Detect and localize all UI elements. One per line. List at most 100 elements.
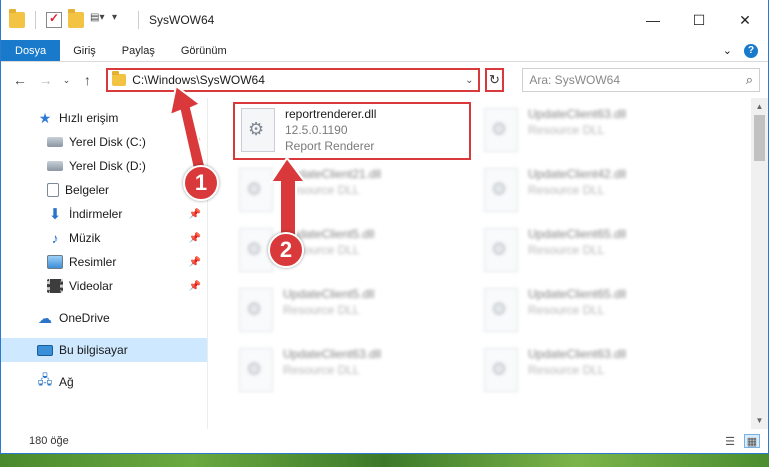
sidebar-item-videos[interactable]: Videolar 📌 <box>1 274 207 298</box>
scrollbar-thumb[interactable] <box>754 115 765 161</box>
navigation-pane: ★ Hızlı erişim Yerel Disk (C:) 📌 Yerel D… <box>1 98 208 429</box>
search-input[interactable]: Ara: SysWOW64 ⌕ <box>522 68 760 92</box>
file-name: UpdateClient65.dll <box>528 227 627 241</box>
divider <box>35 11 36 29</box>
file-description: Report Renderer <box>285 139 375 153</box>
scroll-up-icon[interactable]: ▲ <box>751 98 768 115</box>
sidebar-item-pictures[interactable]: Resimler 📌 <box>1 250 207 274</box>
file-item[interactable]: UpdateClient63.dll Resource DLL <box>233 344 465 398</box>
ribbon-tabs: Dosya Giriş Paylaş Görünüm ⌄ ? <box>1 40 768 62</box>
file-description: Resource DLL <box>283 183 360 197</box>
cloud-icon: ☁ <box>38 309 52 326</box>
sidebar-item-onedrive[interactable]: ☁ OneDrive <box>1 306 207 330</box>
file-item[interactable]: UpdateClient42.dll Resource DLL <box>478 164 710 218</box>
star-icon: ★ <box>38 109 52 126</box>
properties-icon[interactable] <box>46 11 62 28</box>
sidebar-item-quick-access[interactable]: ★ Hızlı erişim <box>1 106 207 130</box>
sidebar-item-label: Yerel Disk (D:) <box>69 159 146 173</box>
tab-share[interactable]: Paylaş <box>109 40 168 61</box>
explorer-body: ★ Hızlı erişim Yerel Disk (C:) 📌 Yerel D… <box>1 98 768 429</box>
file-name: UpdateClient63.dll <box>528 107 627 121</box>
scroll-down-icon[interactable]: ▼ <box>751 412 768 429</box>
file-name: UpdateClient5.dll <box>283 287 375 301</box>
file-description: Resource DLL <box>528 123 605 137</box>
status-bar: 180 öğe ☰ ▦ <box>1 429 768 453</box>
new-folder-icon[interactable] <box>68 9 84 28</box>
address-bar[interactable]: C:\Windows\SysWOW64 ⌄ <box>106 68 480 92</box>
file-item[interactable]: UpdateClient65.dll Resource DLL <box>478 284 710 338</box>
quick-access-toolbar: ▤▾ ▾ <box>1 9 143 29</box>
divider <box>138 11 139 29</box>
chevron-down-icon[interactable]: ▾ <box>112 12 128 28</box>
sidebar-item-local-disk-c[interactable]: Yerel Disk (C:) 📌 <box>1 130 207 154</box>
help-icon[interactable]: ? <box>744 43 758 58</box>
file-version: 12.5.0.1190 <box>285 123 348 137</box>
minimize-button[interactable]: — <box>630 0 676 40</box>
file-explorer-window: ▤▾ ▾ SysWOW64 — ☐ ✕ Dosya Giriş Paylaş G… <box>0 0 769 454</box>
vertical-scrollbar[interactable]: ▲ ▼ <box>751 98 768 429</box>
tiles-view-icon[interactable]: ▦ <box>744 434 760 448</box>
customize-toolbar-icon[interactable]: ▤▾ <box>90 12 106 28</box>
file-item[interactable]: UpdateClient63.dll Resource DLL <box>478 104 710 158</box>
dll-file-icon <box>484 228 518 272</box>
dll-file-icon <box>241 108 275 152</box>
sidebar-item-local-disk-d[interactable]: Yerel Disk (D:) <box>1 154 207 178</box>
expand-ribbon-icon[interactable]: ⌄ <box>723 44 732 57</box>
dll-file-icon <box>484 348 518 392</box>
sidebar-item-label: OneDrive <box>59 311 110 325</box>
pin-icon: 📌 <box>188 208 201 220</box>
file-item[interactable]: UpdateClient63.dll Resource DLL <box>478 344 710 398</box>
ribbon-right: ⌄ ? <box>723 40 768 61</box>
folder-icon <box>9 9 25 28</box>
sidebar-item-label: Bu bilgisayar <box>59 343 128 357</box>
computer-icon <box>37 344 53 356</box>
sidebar-item-label: Ağ <box>59 375 74 389</box>
window-title: SysWOW64 <box>149 13 215 27</box>
pin-icon: 📌 <box>188 136 201 148</box>
window-controls: — ☐ ✕ <box>630 0 768 40</box>
pin-icon: 📌 <box>188 280 201 292</box>
address-path[interactable]: C:\Windows\SysWOW64 <box>132 73 265 87</box>
sidebar-item-label: Müzik <box>69 231 101 245</box>
sidebar-item-this-pc[interactable]: Bu bilgisayar <box>1 338 207 362</box>
file-description: Resource DLL <box>283 303 360 317</box>
refresh-button[interactable]: ↻ <box>484 68 505 92</box>
tab-home[interactable]: Giriş <box>60 40 109 61</box>
up-button[interactable]: ↑ <box>76 72 98 88</box>
file-description: Resource DLL <box>283 363 360 377</box>
search-placeholder: Ara: SysWOW64 <box>529 73 621 87</box>
file-name: UpdateClient63.dll <box>528 347 627 361</box>
file-item-reportrenderer[interactable]: reportrenderer.dll 12.5.0.1190 Report Re… <box>233 102 471 160</box>
file-item[interactable]: UpdateClient5.dll Resource DLL <box>233 284 465 338</box>
details-view-icon[interactable]: ☰ <box>722 434 738 448</box>
title-bar: ▤▾ ▾ SysWOW64 — ☐ ✕ <box>1 0 768 40</box>
sidebar-item-label: Hızlı erişim <box>59 111 119 125</box>
sidebar-item-downloads[interactable]: ⬇ İndirmeler 📌 <box>1 202 207 226</box>
desktop-background <box>0 454 769 467</box>
file-description: Resource DLL <box>528 303 605 317</box>
tab-file[interactable]: Dosya <box>1 40 61 61</box>
file-item[interactable]: UpdateClient65.dll Resource DLL <box>478 224 710 278</box>
file-name: UpdateClient21.dll <box>283 167 382 181</box>
search-icon[interactable]: ⌕ <box>746 72 759 88</box>
step-badge-2: 2 <box>268 232 304 268</box>
forward-button[interactable]: → <box>35 72 57 88</box>
sidebar-item-network[interactable]: 🖧 Ağ <box>1 370 207 394</box>
sidebar-item-label: Yerel Disk (C:) <box>69 135 146 149</box>
dll-file-icon <box>484 168 518 212</box>
file-description: Resource DLL <box>528 183 605 197</box>
file-name: reportrenderer.dll <box>285 107 377 121</box>
file-item[interactable]: UpdateClient21.dll Resource DLL <box>233 164 465 218</box>
recent-locations-icon[interactable]: ⌄ <box>61 75 73 86</box>
sidebar-item-music[interactable]: ♪ Müzik 📌 <box>1 226 207 250</box>
sidebar-item-label: Resimler <box>69 255 117 269</box>
sidebar-item-label: Videolar <box>69 279 113 293</box>
maximize-button[interactable]: ☐ <box>676 0 722 40</box>
chevron-down-icon[interactable]: ⌄ <box>465 75 477 86</box>
close-button[interactable]: ✕ <box>722 0 768 40</box>
download-icon: ⬇ <box>48 206 62 223</box>
file-description: Resource DLL <box>528 363 605 377</box>
tab-view[interactable]: Görünüm <box>168 40 240 61</box>
back-button[interactable]: ← <box>9 72 31 88</box>
sidebar-item-documents[interactable]: Belgeler <box>1 178 207 202</box>
